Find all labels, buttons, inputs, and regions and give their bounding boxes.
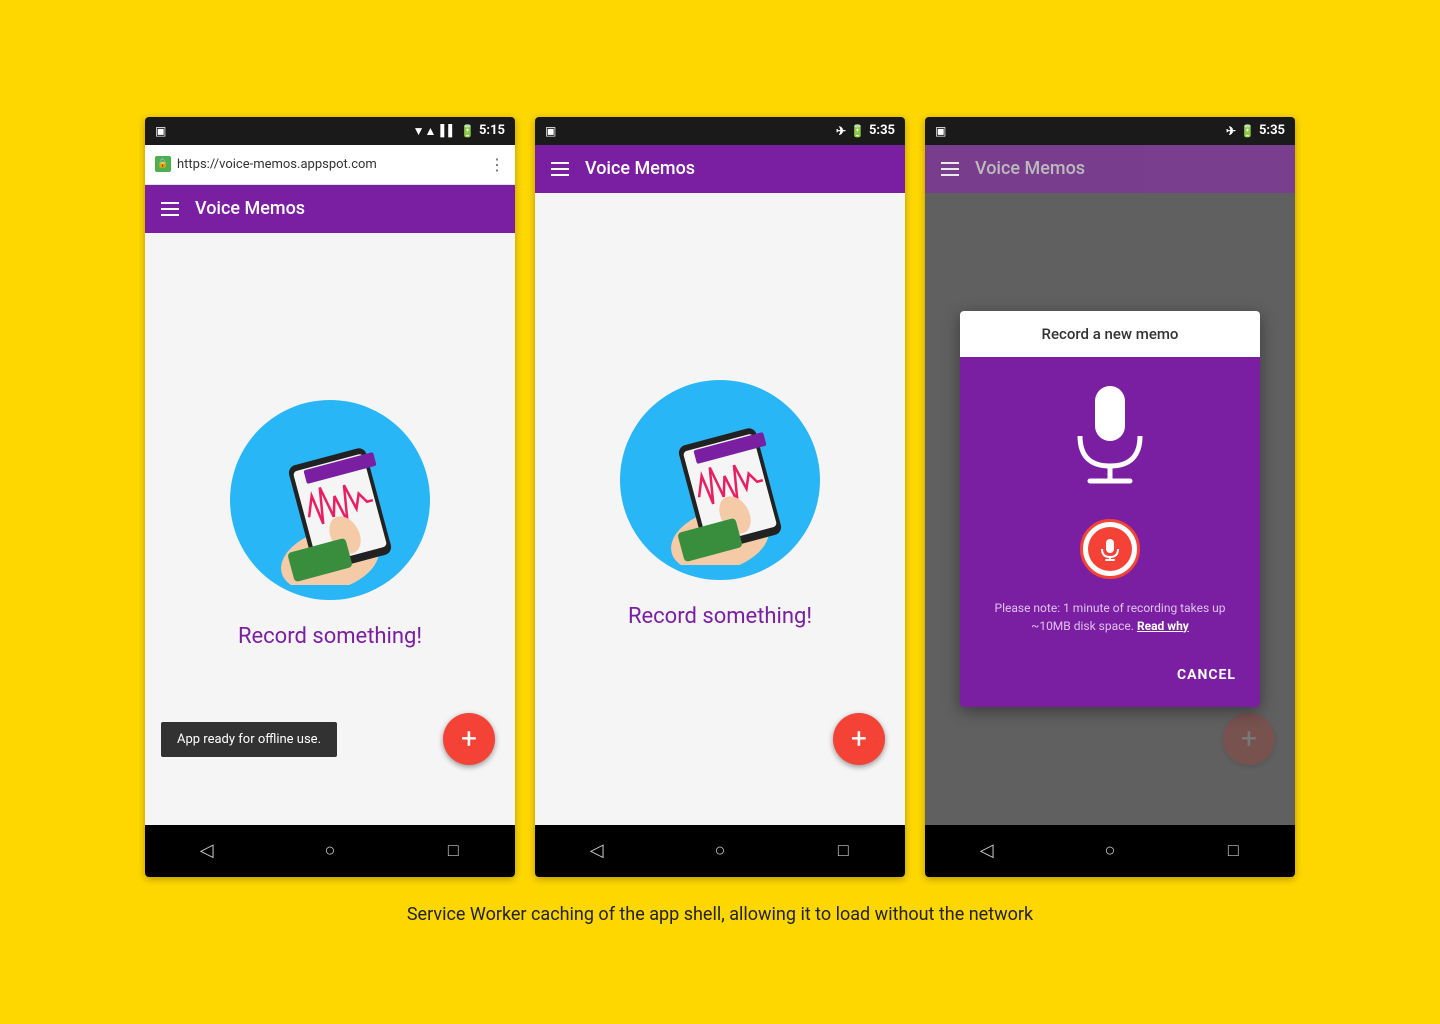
app-toolbar-3: Voice Memos [925, 145, 1295, 193]
dialog-overlay: Record a new memo [925, 193, 1295, 825]
app-toolbar-2: Voice Memos [535, 145, 905, 193]
wifi-icon-1: ▼▲ [413, 124, 437, 138]
fab-2[interactable]: + [833, 713, 885, 765]
hamburger-menu-1[interactable] [161, 202, 179, 216]
record-text-1: Record something! [238, 624, 422, 649]
toolbar-title-3: Voice Memos [975, 158, 1085, 179]
cancel-button[interactable]: CANCEL [1169, 659, 1244, 691]
app-toolbar-1: Voice Memos [145, 185, 515, 233]
dialog-actions: CANCEL [960, 651, 1260, 707]
mic-small-icon [1098, 537, 1122, 561]
toolbar-title-2: Voice Memos [585, 158, 695, 179]
status-left-3: ▣ [935, 124, 946, 138]
status-right-2: ✈ 🔋 5:35 [836, 123, 895, 138]
status-left-2: ▣ [545, 124, 556, 138]
home-btn-3[interactable]: ○ [1090, 831, 1130, 871]
bottom-nav-1: ◁ ○ □ [145, 825, 515, 877]
snackbar-text: App ready for offline use. [177, 732, 321, 747]
phone-icon-1: ▣ [155, 124, 166, 138]
url-text[interactable]: https://voice-memos.appspot.com [177, 157, 483, 172]
home-btn-1[interactable]: ○ [310, 831, 350, 871]
url-bar[interactable]: 🔒 https://voice-memos.appspot.com ⋮ [145, 145, 515, 185]
phone-illustration-1 [230, 400, 430, 600]
toolbar-title-1: Voice Memos [195, 198, 305, 219]
dialog-title: Record a new memo [960, 311, 1260, 357]
lock-icon: 🔒 [155, 156, 171, 172]
phone-icon-3: ▣ [935, 124, 946, 138]
dialog-note: Please note: 1 minute of recording takes… [976, 599, 1244, 651]
battery-icon-2: 🔋 [850, 124, 865, 138]
phone-3: ▣ ✈ 🔋 5:35 Voice Memos Record a new memo [925, 117, 1295, 877]
read-why-link[interactable]: Read why [1137, 619, 1189, 633]
phone-illustration-2 [620, 380, 820, 580]
status-right-3: ✈ 🔋 5:35 [1226, 123, 1285, 138]
status-left-1: ▣ [155, 124, 166, 138]
phone-svg-1 [250, 415, 410, 585]
record-circle-inner[interactable] [1088, 527, 1132, 571]
back-btn-1[interactable]: ◁ [187, 831, 227, 871]
hamburger-menu-3[interactable] [941, 162, 959, 176]
app-content-1: Record something! App ready for offline … [145, 233, 515, 825]
battery-icon-3: 🔋 [1240, 124, 1255, 138]
phone-2: ▣ ✈ 🔋 5:35 Voice Memos [535, 117, 905, 877]
snackbar: App ready for offline use. [161, 722, 337, 757]
dialog-note-text: Please note: 1 minute of recording takes… [995, 601, 1226, 633]
bottom-nav-2: ◁ ○ □ [535, 825, 905, 877]
recent-btn-2[interactable]: □ [823, 831, 863, 871]
back-btn-3[interactable]: ◁ [967, 831, 1007, 871]
phone-1: ▣ ▼▲ ▌▌ 🔋 5:15 🔒 https://voice-memos.app… [145, 117, 515, 877]
phone-icon-2: ▣ [545, 124, 556, 138]
time-2: 5:35 [869, 123, 895, 138]
app-content-3: Record a new memo [925, 193, 1295, 825]
airplane-icon-2: ✈ [836, 124, 846, 138]
status-bar-1: ▣ ▼▲ ▌▌ 🔋 5:15 [145, 117, 515, 145]
hamburger-menu-2[interactable] [551, 162, 569, 176]
app-content-2: Record something! + [535, 193, 905, 825]
bottom-nav-3: ◁ ○ □ [925, 825, 1295, 877]
more-icon[interactable]: ⋮ [489, 155, 505, 174]
status-bar-3: ▣ ✈ 🔋 5:35 [925, 117, 1295, 145]
fab-1[interactable]: + [443, 713, 495, 765]
home-btn-2[interactable]: ○ [700, 831, 740, 871]
recent-btn-1[interactable]: □ [433, 831, 473, 871]
dialog-body: Please note: 1 minute of recording takes… [960, 357, 1260, 651]
signal-icon-1: ▌▌ [440, 124, 456, 137]
phone-svg-2 [640, 395, 800, 565]
mic-icon-large [1065, 381, 1155, 495]
battery-icon-1: 🔋 [460, 124, 475, 138]
status-right-1: ▼▲ ▌▌ 🔋 5:15 [413, 123, 505, 138]
microphone-svg [1065, 381, 1155, 491]
recent-btn-3[interactable]: □ [1213, 831, 1253, 871]
status-bar-2: ▣ ✈ 🔋 5:35 [535, 117, 905, 145]
time-1: 5:15 [479, 123, 505, 138]
record-text-2: Record something! [628, 604, 812, 629]
dialog: Record a new memo [960, 311, 1260, 707]
record-button[interactable] [1080, 519, 1140, 579]
caption: Service Worker caching of the app shell,… [407, 901, 1033, 928]
time-3: 5:35 [1259, 123, 1285, 138]
phones-container: ▣ ▼▲ ▌▌ 🔋 5:15 🔒 https://voice-memos.app… [145, 117, 1295, 877]
back-btn-2[interactable]: ◁ [577, 831, 617, 871]
airplane-icon-3: ✈ [1226, 124, 1236, 138]
